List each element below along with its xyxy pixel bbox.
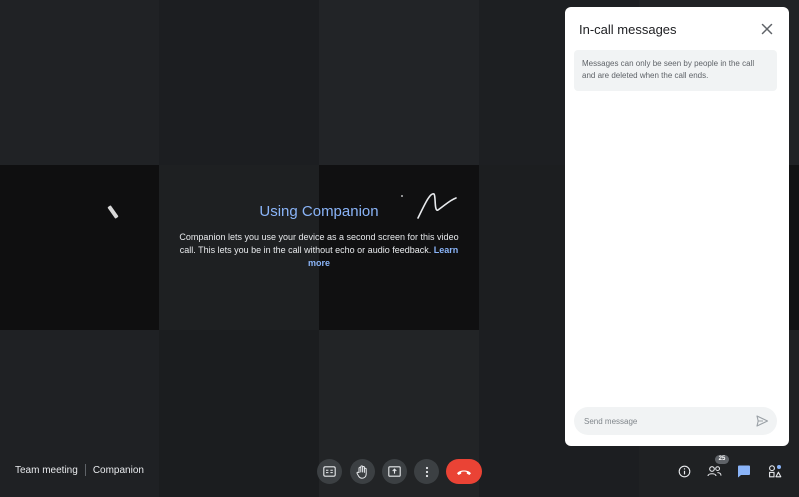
message-composer [574,407,777,435]
meeting-info-divider [84,464,86,476]
raise-hand-icon [356,464,367,479]
activities-icon [769,465,782,478]
chat-icon [738,465,750,477]
meeting-details-button[interactable] [674,461,694,481]
raise-hand-button[interactable] [350,459,375,484]
messages-notice: Messages can only be seen by people in t… [574,50,777,91]
close-icon[interactable] [759,21,775,37]
in-call-messages-panel: In-call messages Messages can only be se… [565,7,789,446]
captions-button[interactable] [317,459,342,484]
companion-info: Using Companion Companion lets you use y… [160,165,478,330]
info-icon [678,465,690,477]
meeting-info: Team meeting Companion [15,464,144,476]
people-icon [706,466,721,477]
participants-button[interactable] [704,461,724,481]
closed-captions-icon [323,466,336,477]
video-tile [159,330,319,497]
video-tile [159,0,319,165]
more-options-icon [425,466,428,477]
meeting-name: Team meeting [15,464,78,476]
companion-description-text: Companion lets you use your device as a … [179,232,459,255]
send-message-input[interactable] [584,414,744,428]
hang-up-button[interactable] [446,459,482,484]
present-screen-icon [388,466,401,477]
activities-button[interactable] [765,461,785,481]
video-tile [0,0,159,165]
participants-count-badge: 25 [715,455,729,464]
hang-up-icon [457,470,471,475]
meeting-mode: Companion [92,464,144,476]
video-tile [319,0,479,165]
video-tile [0,165,159,330]
companion-title: Using Companion [259,203,379,220]
present-button[interactable] [382,459,407,484]
panel-title: In-call messages [579,22,677,37]
send-icon[interactable] [755,414,769,428]
companion-description: Companion lets you use your device as a … [176,231,462,270]
chat-button[interactable] [734,461,754,481]
more-options-button[interactable] [414,459,439,484]
